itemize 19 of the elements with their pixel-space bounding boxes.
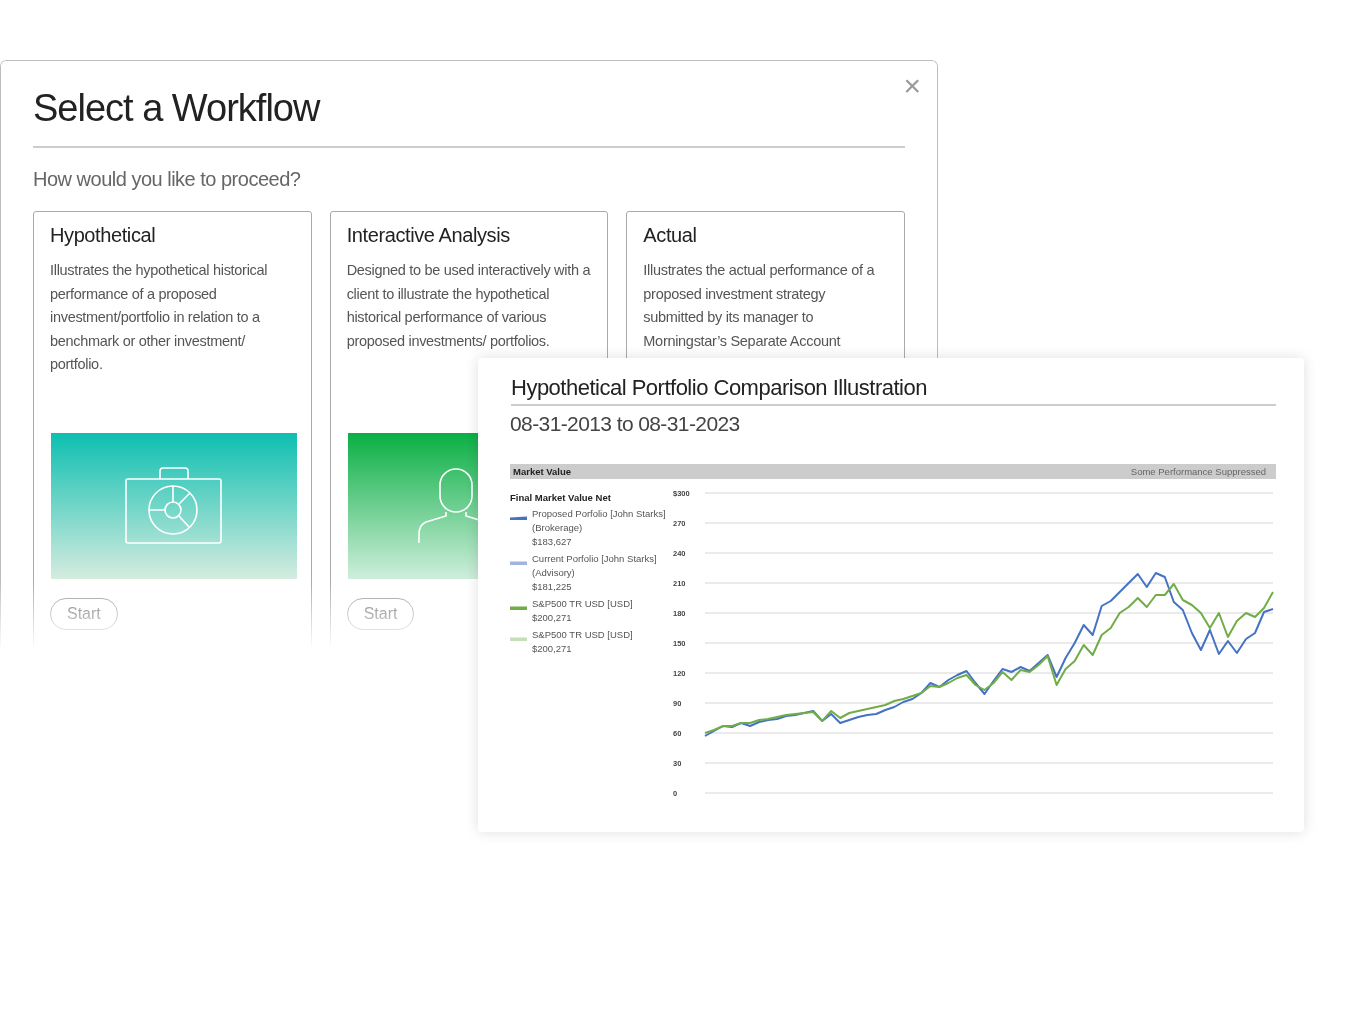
close-button[interactable]: × <box>903 73 921 99</box>
legend-title: Final Market Value Net <box>510 492 612 503</box>
start-button[interactable]: Start <box>50 598 118 630</box>
legend-value: $200,271 <box>532 611 573 625</box>
report-title: Hypothetical Portfolio Comparison Illustration <box>511 375 1276 406</box>
card-title: Interactive Analysis <box>346 224 511 247</box>
start-button[interactable]: Start <box>346 598 415 630</box>
legend-value: $183,627 <box>532 535 573 549</box>
card-description: Illustrates the hypothetical historical performance of a proposed investment/portfolio in relation to a benchmark or other investment/ portfolio. <box>50 261 269 374</box>
section-title: Market Value <box>513 466 572 477</box>
section-note: Some Performance Suppressed <box>1130 466 1266 477</box>
card-title: Hypothetical <box>50 224 157 247</box>
card-description: Designed to be used interactively with a client to illustrate the hypothetical historical performance of various proposed investments/ portfolios. <box>346 261 592 351</box>
dialog-title: Select a Workflow <box>33 61 905 148</box>
card-title: Actual <box>643 224 698 247</box>
legend-value: $181,225 <box>532 580 573 594</box>
card-description: Illustrates the actual performance of a proposed investment strategy submitted by its manager to Morningstar’s Separate Account <box>643 261 876 351</box>
dialog-subtitle: How would you like to proceed? <box>33 168 302 191</box>
briefcase-chart-icon <box>125 467 223 545</box>
